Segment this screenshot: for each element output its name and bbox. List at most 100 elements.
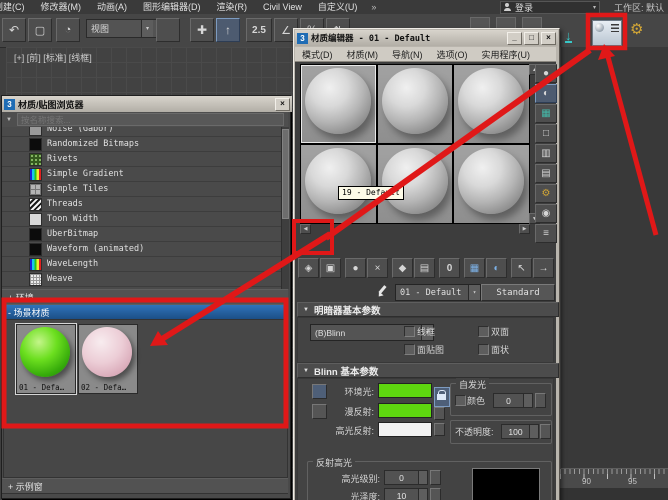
- material-thumbnail-01[interactable]: 01 - Defa…: [15, 323, 77, 395]
- material-editor-icon[interactable]: [592, 20, 622, 46]
- diffuse-map-button[interactable]: [434, 407, 445, 420]
- list-item[interactable]: Toon Width: [2, 212, 281, 227]
- list-item[interactable]: Rivets: [2, 152, 281, 167]
- material-id-channel-icon[interactable]: 0: [439, 258, 460, 278]
- search-input[interactable]: [16, 113, 284, 126]
- spinner-arrows-icon[interactable]: [418, 489, 427, 500]
- list-item[interactable]: Randomized Bitmaps: [2, 137, 281, 152]
- spinner-arrows-icon[interactable]: [523, 394, 532, 407]
- pick-material-pencil-icon[interactable]: [377, 285, 388, 296]
- background-icon[interactable]: ▦: [535, 104, 557, 123]
- list-item[interactable]: UberBitmap: [2, 227, 281, 242]
- selection-set-dropdown[interactable]: 视图 ▾: [86, 19, 158, 38]
- specular-level-map-button[interactable]: [430, 470, 441, 485]
- material-type-button[interactable]: Standard: [481, 284, 555, 301]
- options-gear-icon[interactable]: ⚙: [535, 184, 557, 203]
- assign-material-icon[interactable]: ●: [345, 258, 366, 278]
- selection-region-icon[interactable]: ▢: [28, 18, 52, 42]
- list-item[interactable]: WaveLength: [2, 257, 281, 272]
- minimize-icon[interactable]: _: [507, 31, 522, 45]
- glossiness-spinner[interactable]: 10: [384, 488, 428, 500]
- menu-graph-editors[interactable]: 图形编辑器(D): [135, 0, 209, 14]
- sample-type-icon[interactable]: ●: [535, 64, 557, 83]
- menu-utilities[interactable]: 实用程序(U): [475, 48, 538, 61]
- get-material-icon[interactable]: ◈: [298, 258, 319, 278]
- glossiness-map-button[interactable]: [430, 488, 441, 500]
- make-preview-icon[interactable]: ▤: [535, 164, 557, 183]
- backlight-icon[interactable]: ◐: [535, 84, 557, 103]
- select-by-material-icon[interactable]: ◉: [535, 204, 557, 223]
- download-arrow-icon[interactable]: ↓: [565, 29, 572, 43]
- menu-modifiers[interactable]: 修改器(M): [33, 0, 90, 14]
- scroll-left-icon[interactable]: ◀: [300, 224, 311, 234]
- pick-object-icon[interactable]: ◔: [56, 18, 80, 42]
- specular-color-swatch[interactable]: [378, 422, 432, 437]
- spinner-arrows-icon[interactable]: [418, 471, 427, 484]
- menu-options[interactable]: 选项(O): [430, 48, 475, 61]
- browser-title-bar[interactable]: 3 材质/贴图浏览器 ×: [2, 96, 292, 112]
- select-and-rotate-icon[interactable]: ↑: [216, 18, 240, 42]
- viewport-label[interactable]: [+] [前] [标准] [线框]: [14, 51, 92, 64]
- sample-slot[interactable]: [377, 65, 453, 143]
- list-item[interactable]: Noise (Gabor): [2, 127, 281, 137]
- menu-customize[interactable]: 自定义(U): [310, 0, 366, 14]
- close-icon[interactable]: ×: [275, 97, 290, 111]
- scroll-right-icon[interactable]: ▶: [519, 224, 530, 234]
- put-material-to-scene-icon[interactable]: ▣: [320, 258, 341, 278]
- menu-material[interactable]: 材质(M): [340, 48, 386, 61]
- menu-create[interactable]: 创建(C): [0, 0, 33, 14]
- go-forward-sibling-icon[interactable]: →: [533, 258, 554, 278]
- scrollbar-thumb[interactable]: [282, 129, 289, 219]
- sample-slot[interactable]: [454, 65, 529, 143]
- material-map-navigator-icon[interactable]: ≡: [535, 224, 557, 243]
- time-ruler[interactable]: 90 95: [560, 468, 668, 489]
- wire-checkbox[interactable]: [404, 326, 415, 337]
- self-illumination-map-button[interactable]: [535, 393, 546, 408]
- specular-map-button[interactable]: [434, 423, 445, 436]
- material-thumbnail-02[interactable]: 02 - Defa…: [78, 324, 138, 394]
- list-item[interactable]: Simple Gradient: [2, 167, 281, 182]
- menu-modes[interactable]: 模式(D): [295, 48, 340, 61]
- workspace-selector[interactable]: 工作区: 默认: [614, 1, 664, 14]
- viewport-right[interactable]: [560, 47, 668, 500]
- list-item[interactable]: Simple Tiles: [2, 182, 281, 197]
- opacity-map-button[interactable]: [540, 424, 551, 439]
- sample-slot[interactable]: [301, 145, 376, 223]
- section-sample-windows[interactable]: + 示例窗: [2, 478, 288, 494]
- faceted-checkbox[interactable]: [478, 344, 489, 355]
- lock-diffuse-icon[interactable]: [312, 404, 327, 419]
- editor-title-bar[interactable]: 3 材质编辑器 - 01 - Default _ □ ×: [295, 30, 558, 46]
- rollout-shader-basic-params[interactable]: ▼ 明暗器基本参数: [297, 302, 559, 317]
- sample-slot[interactable]: [454, 145, 529, 223]
- lock-icon[interactable]: [434, 387, 450, 407]
- restore-icon[interactable]: □: [524, 31, 539, 45]
- ambient-diffuse-lock-icon[interactable]: [312, 384, 327, 399]
- sign-in-control[interactable]: 登录 ▾: [499, 0, 600, 14]
- opacity-spinner[interactable]: 100: [501, 424, 539, 439]
- sample-slot[interactable]: [301, 65, 376, 143]
- section-scene-materials[interactable]: - 场景材质: [2, 304, 288, 320]
- specular-level-spinner[interactable]: 0: [384, 470, 428, 485]
- color-checkbox[interactable]: [455, 395, 466, 406]
- face-map-checkbox[interactable]: [404, 344, 415, 355]
- select-and-move-icon[interactable]: ✚: [190, 18, 214, 42]
- make-unique-icon[interactable]: ◆: [392, 258, 413, 278]
- close-icon[interactable]: ×: [541, 31, 556, 45]
- material-name-dropdown[interactable]: 01 - Default ▾: [395, 284, 481, 301]
- sample-tiling-icon[interactable]: □: [535, 124, 557, 143]
- menu-civil-view[interactable]: Civil View: [255, 0, 310, 14]
- redo-icon[interactable]: ↶: [2, 18, 26, 42]
- list-item[interactable]: Waveform (animated): [2, 242, 281, 257]
- render-setup-gear-icon[interactable]: ⚙: [630, 22, 643, 37]
- menu-animation[interactable]: 动画(A): [89, 0, 135, 14]
- video-color-check-icon[interactable]: ▥: [535, 144, 557, 163]
- menu-navigation[interactable]: 导航(N): [385, 48, 430, 61]
- two-sided-checkbox[interactable]: [478, 326, 489, 337]
- show-end-result-icon[interactable]: ◐: [486, 258, 507, 278]
- ambient-color-swatch[interactable]: [378, 383, 432, 398]
- mirror-icon[interactable]: [156, 18, 180, 42]
- go-to-parent-icon[interactable]: ↖: [511, 258, 532, 278]
- menu-overflow-chevron[interactable]: »: [365, 0, 382, 14]
- snaps-toggle-icon[interactable]: 2.5: [246, 18, 272, 42]
- menu-rendering[interactable]: 渲染(R): [209, 0, 256, 14]
